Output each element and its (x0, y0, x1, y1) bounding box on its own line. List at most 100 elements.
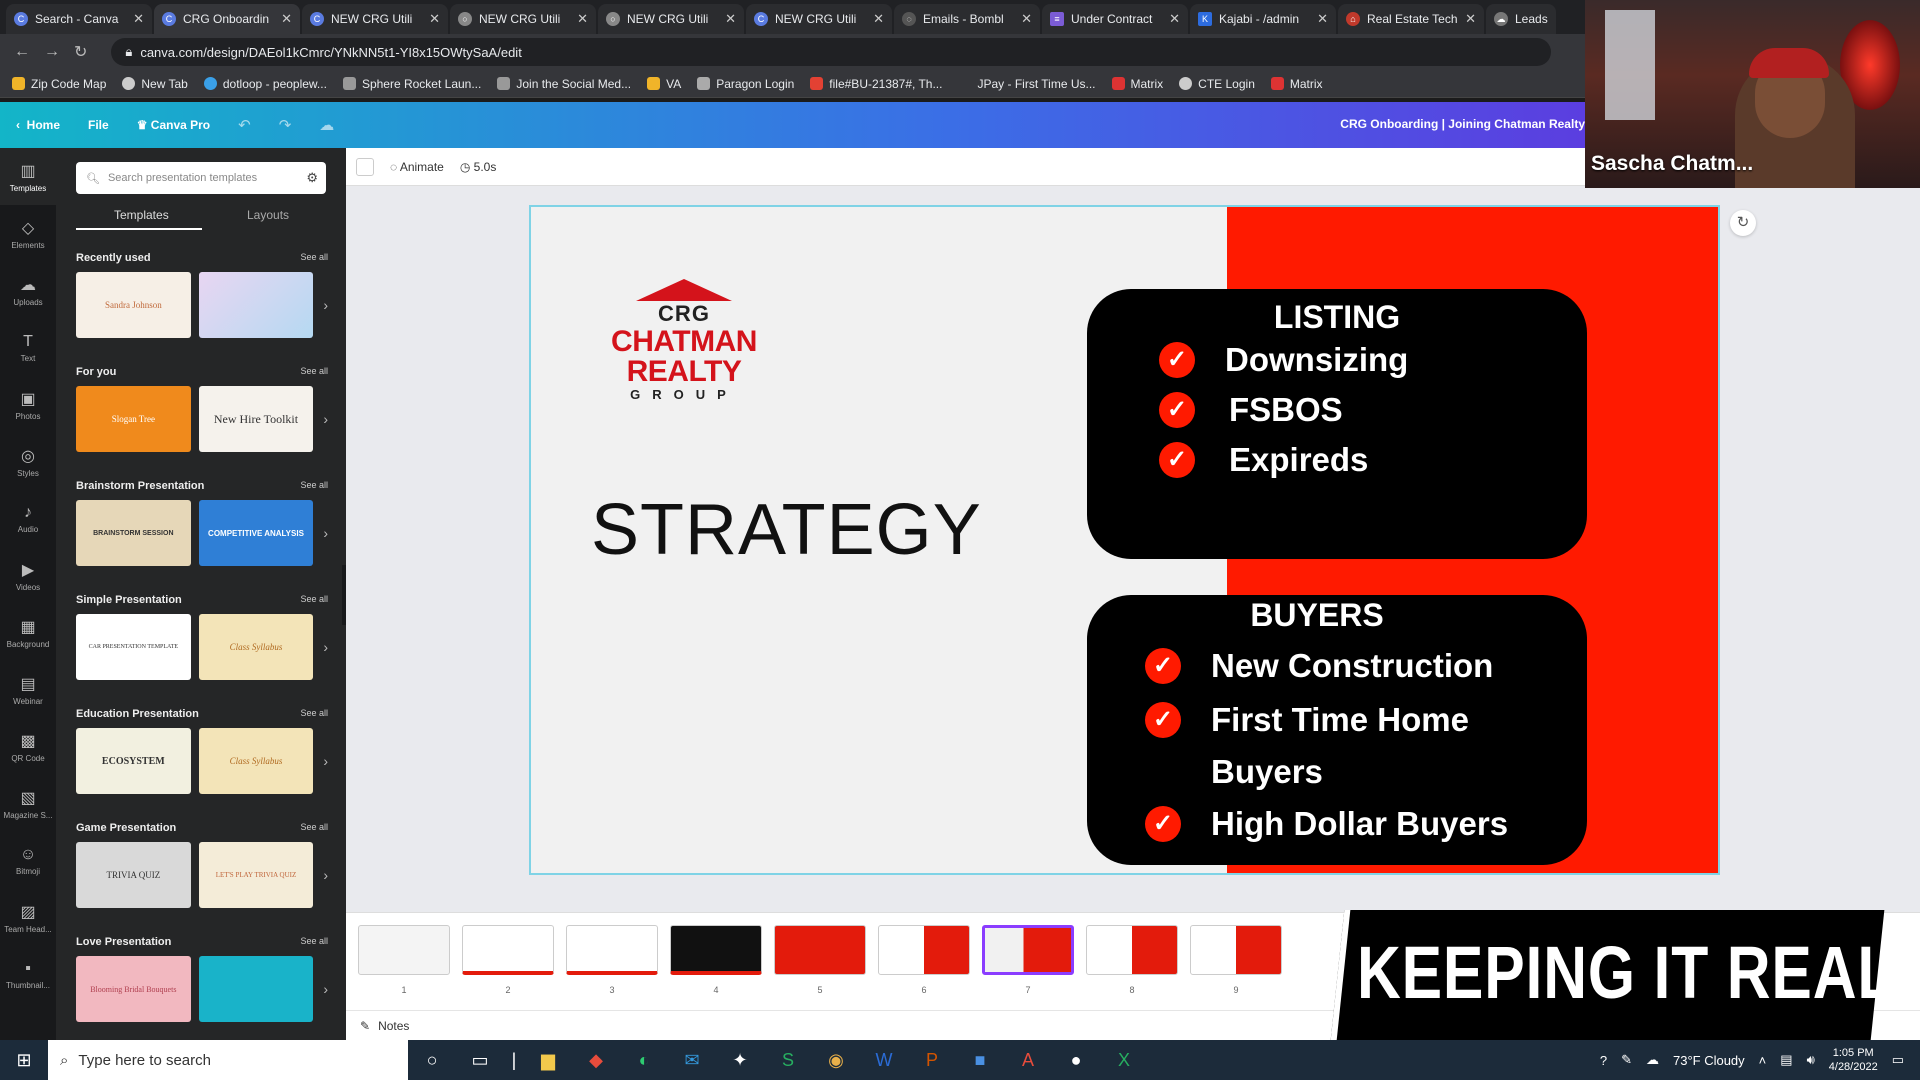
page-thumbnail[interactable] (566, 925, 658, 975)
help-icon[interactable]: ? (1600, 1053, 1607, 1068)
dropbox-icon[interactable]: ✦ (716, 1050, 764, 1071)
task-view-icon[interactable]: ▭ (456, 1050, 504, 1071)
close-tab-icon[interactable]: ✕ (873, 11, 884, 27)
undo-icon[interactable]: ↶ (238, 116, 251, 134)
media-icon[interactable]: ● (1052, 1050, 1100, 1071)
rail-bitmoji[interactable]: ☺ Bitmoji (0, 832, 56, 889)
chevron-right-icon[interactable]: › (323, 867, 328, 883)
template-thumbnail[interactable]: LET'S PLAY TRIVIA QUIZ (198, 842, 314, 908)
template-thumbnail[interactable]: New Hire Toolkit (198, 386, 314, 452)
page-thumbnail[interactable] (358, 925, 450, 975)
page-thumbnail[interactable] (1190, 925, 1282, 975)
close-tab-icon[interactable]: ✕ (1465, 11, 1476, 27)
app-icon[interactable]: ◆ (572, 1050, 620, 1071)
mail-icon[interactable]: ✉ (668, 1050, 716, 1071)
template-thumbnail[interactable]: Class Syllabus (198, 614, 314, 680)
duration-button[interactable]: ◷ 5.0s (460, 160, 497, 174)
page-thumbnail[interactable] (670, 925, 762, 975)
acrobat-icon[interactable]: A (1004, 1050, 1052, 1071)
browser-tab[interactable]: ≡ Under Contract ✕ (1042, 4, 1188, 34)
edge-icon[interactable]: ◐ (620, 1050, 668, 1071)
bookmark[interactable]: Matrix (1111, 77, 1163, 91)
template-thumbnail[interactable]: Slogan Tree (76, 386, 191, 452)
rail-text[interactable]: T Text (0, 319, 56, 376)
template-thumbnail[interactable]: Class Syllabus (198, 728, 314, 794)
chevron-up-icon[interactable]: ˄ (1759, 1053, 1767, 1068)
bookmark[interactable]: Zip Code Map (12, 77, 106, 91)
browser-tab[interactable]: ○ NEW CRG Utili ✕ (450, 4, 596, 34)
template-thumbnail[interactable] (198, 956, 314, 1022)
color-swatch[interactable] (356, 157, 374, 176)
browser-tab[interactable]: ○ NEW CRG Utili ✕ (598, 4, 744, 34)
home-button[interactable]: ‹ Home (16, 118, 60, 132)
browser-tab[interactable]: ◌ Emails - Bombl ✕ (894, 4, 1040, 34)
pen-icon[interactable]: ✎ (1621, 1052, 1632, 1068)
zoom-icon[interactable]: ■ (956, 1050, 1004, 1071)
chevron-right-icon[interactable]: › (323, 981, 328, 997)
network-icon[interactable]: ▤ (1780, 1052, 1792, 1068)
close-tab-icon[interactable]: ✕ (133, 11, 144, 27)
filter-icon[interactable]: ⚙ (306, 170, 318, 186)
template-thumbnail[interactable]: Blooming Bridal Bouquets (76, 956, 191, 1022)
browser-tab[interactable]: ⌂ Real Estate Tech ✕ (1338, 4, 1484, 34)
rail-videos[interactable]: ▶ Videos (0, 547, 56, 604)
browser-tab[interactable]: C NEW CRG Utili ✕ (302, 4, 448, 34)
template-search-input[interactable]: 🔍︎ Search presentation templates ⚙ (76, 162, 326, 194)
rail-thumbnail[interactable]: ▪ Thumbnail... (0, 946, 56, 1003)
rail-background[interactable]: ▦ Background (0, 604, 56, 661)
file-explorer-icon[interactable]: ▆ (524, 1050, 572, 1071)
windows-start-icon[interactable]: ⊞ (0, 1050, 48, 1071)
close-tab-icon[interactable]: ✕ (725, 11, 736, 27)
browser-tab[interactable]: C Search - Canva ✕ (6, 4, 152, 34)
rail-audio[interactable]: ♪ Audio (0, 490, 56, 547)
clock[interactable]: 1:05 PM 4/28/2022 (1829, 1046, 1878, 1074)
chrome-icon[interactable]: ◉ (812, 1050, 860, 1071)
template-thumbnail[interactable]: ECOSYSTEM (76, 728, 191, 794)
chevron-right-icon[interactable]: › (323, 753, 328, 769)
template-thumbnail[interactable]: BRAINSTORM SESSION (76, 500, 191, 566)
bookmark[interactable]: Paragon Login (697, 77, 794, 91)
url-field[interactable]: 🔒︎ canva.com/design/DAEol1kCmrc/YNkNN5t1-… (111, 38, 1552, 66)
bookmark[interactable]: CTE Login (1179, 77, 1255, 91)
chevron-right-icon[interactable]: › (323, 639, 328, 655)
file-menu[interactable]: File (88, 118, 109, 132)
see-all-link[interactable]: See all (300, 936, 328, 948)
refresh-icon[interactable]: ↻ (1730, 210, 1756, 236)
bookmark[interactable]: Join the Social Med... (497, 77, 631, 91)
document-title[interactable]: CRG Onboarding | Joining Chatman Realty (1340, 117, 1585, 131)
rail-photos[interactable]: ▣ Photos (0, 376, 56, 433)
rail-magazine[interactable]: ▧ Magazine S... (0, 775, 56, 832)
excel-icon[interactable]: X (1100, 1050, 1148, 1071)
rail-styles[interactable]: ◎ Styles (0, 433, 56, 490)
rail-team-head[interactable]: ▨ Team Head... (0, 889, 56, 946)
notes-button[interactable]: Notes (378, 1019, 409, 1033)
rail-qr-code[interactable]: ▩ QR Code (0, 718, 56, 775)
see-all-link[interactable]: See all (300, 480, 328, 492)
see-all-link[interactable]: See all (300, 252, 328, 264)
close-tab-icon[interactable]: ✕ (281, 11, 292, 27)
rail-templates[interactable]: ▥ Templates (0, 148, 56, 205)
forward-arrow-icon[interactable]: → (44, 43, 60, 61)
close-tab-icon[interactable]: ✕ (1021, 11, 1032, 27)
page-thumbnail[interactable] (462, 925, 554, 975)
taskbar-search-input[interactable]: ⌕ Type here to search (48, 1040, 408, 1080)
close-tab-icon[interactable]: ✕ (577, 11, 588, 27)
browser-tab[interactable]: K Kajabi - /admin ✕ (1190, 4, 1336, 34)
chevron-right-icon[interactable]: › (323, 525, 328, 541)
see-all-link[interactable]: See all (300, 822, 328, 834)
bookmark[interactable]: Matrix (1270, 77, 1323, 91)
chevron-right-icon[interactable]: › (323, 297, 328, 313)
see-all-link[interactable]: See all (300, 708, 328, 720)
tab-layouts[interactable]: Layouts (247, 208, 289, 222)
template-thumbnail[interactable]: CAR PRESENTATION TEMPLATE (76, 614, 191, 680)
animate-button[interactable]: ◌ Animate (390, 160, 444, 174)
page-thumbnail[interactable] (1086, 925, 1178, 975)
rail-uploads[interactable]: ☁ Uploads (0, 262, 56, 319)
slide-canvas[interactable]: CRG CHATMAN REALTY GROUP STRATEGY LISTIN… (529, 205, 1720, 875)
bookmark[interactable]: dotloop - peoplew... (203, 77, 327, 91)
cloud-save-icon[interactable]: ☁ (319, 116, 334, 134)
chevron-right-icon[interactable]: › (323, 411, 328, 427)
see-all-link[interactable]: See all (300, 594, 328, 606)
browser-tab[interactable]: C NEW CRG Utili ✕ (746, 4, 892, 34)
page-thumbnail[interactable] (774, 925, 866, 975)
